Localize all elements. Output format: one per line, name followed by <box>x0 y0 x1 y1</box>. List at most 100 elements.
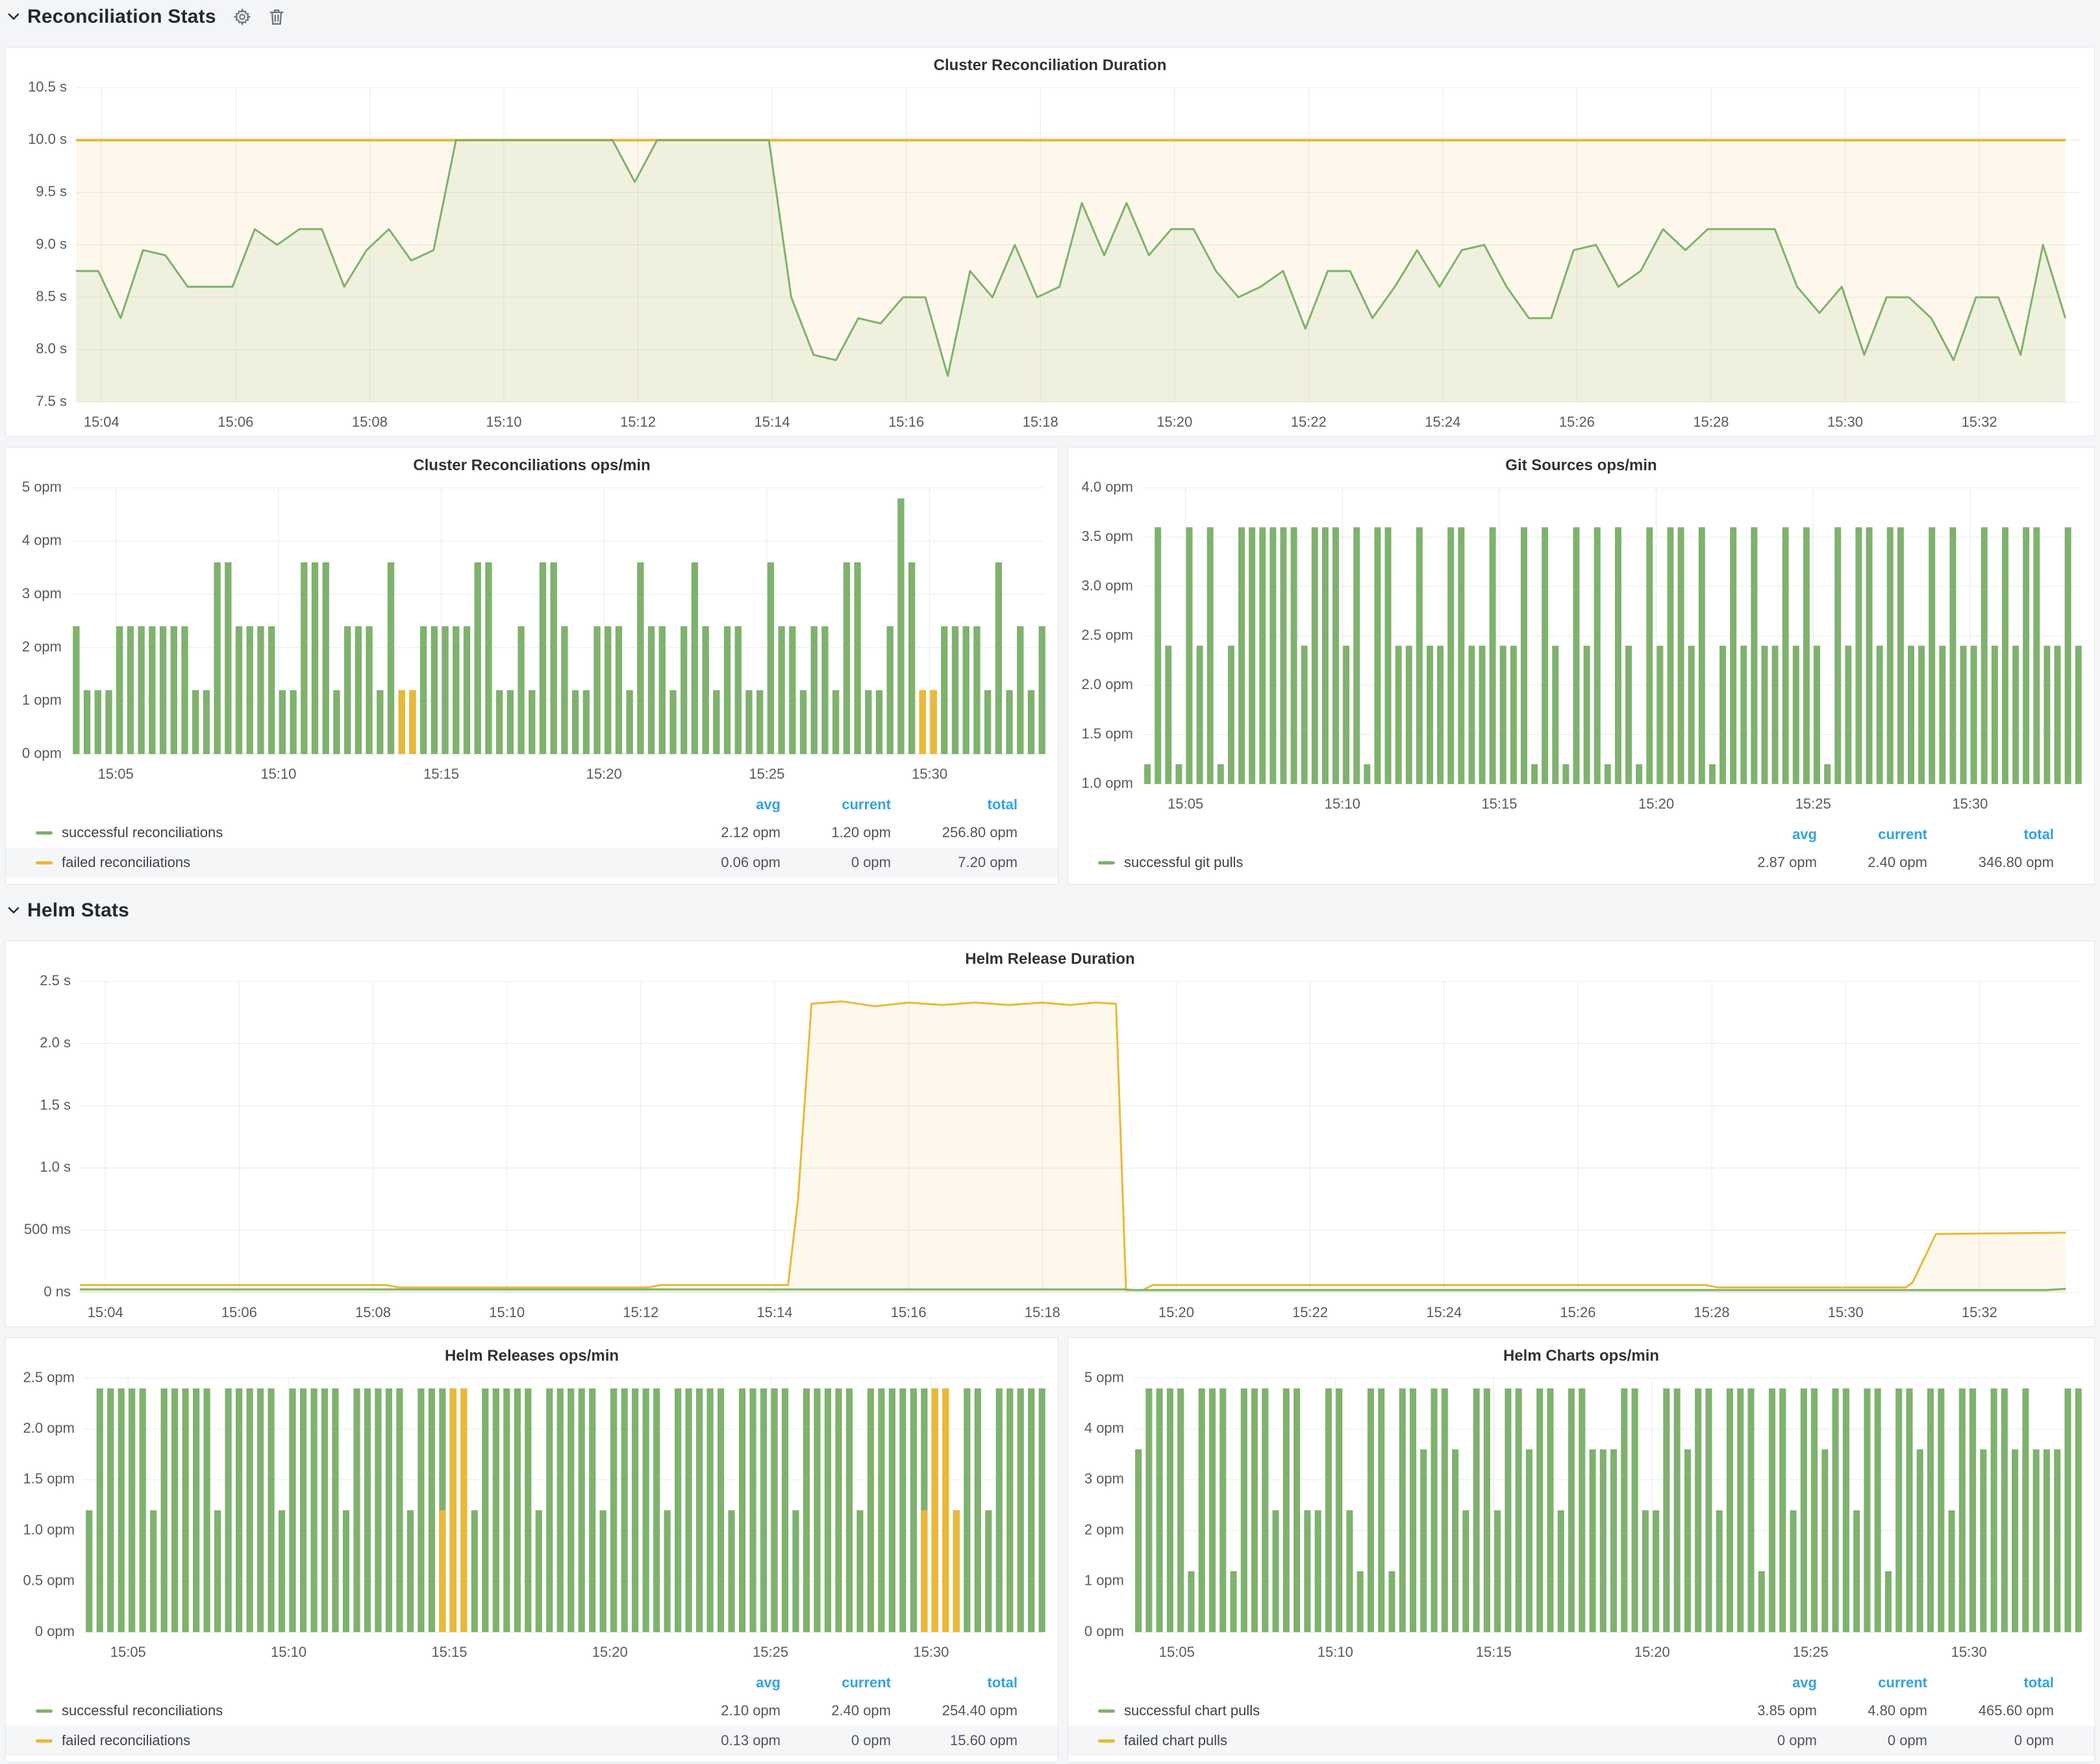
cluster-reconciliation-duration-chart[interactable]: 15:0415:0615:0815:1015:1215:1415:1615:18… <box>6 79 2094 436</box>
legend-row: successful reconciliations2.12 opm1.20 o… <box>6 818 1058 848</box>
svg-text:15:12: 15:12 <box>623 1304 658 1320</box>
svg-text:15:16: 15:16 <box>891 1304 927 1320</box>
svg-text:15:14: 15:14 <box>755 414 790 430</box>
panel-title[interactable]: Git Sources ops/min <box>1068 447 2094 479</box>
svg-text:15:05: 15:05 <box>110 1644 146 1660</box>
stat-header-total[interactable]: total <box>891 1674 1018 1691</box>
chevron-down-icon <box>8 13 19 21</box>
legend-row: failed reconciliations0.13 opm0 opm15.60… <box>6 1726 1058 1756</box>
svg-text:1.5 opm: 1.5 opm <box>23 1470 75 1487</box>
stat-header-avg[interactable]: avg <box>670 1674 781 1691</box>
helm-charts-opm-chart[interactable]: 15:0515:1015:1515:2015:2515:305 opm4 opm… <box>1068 1369 2094 1666</box>
svg-text:15:20: 15:20 <box>1158 1304 1194 1320</box>
legend-row: successful git pulls2.87 opm2.40 opm346.… <box>1068 848 2094 877</box>
stat-header-avg[interactable]: avg <box>670 796 781 813</box>
svg-text:15:05: 15:05 <box>98 766 134 782</box>
svg-text:15:14: 15:14 <box>756 1304 792 1320</box>
svg-text:1.5 opm: 1.5 opm <box>1082 725 1134 742</box>
stat-header-current[interactable]: current <box>1817 826 1927 843</box>
panel-title[interactable]: Cluster Reconciliations ops/min <box>6 447 1058 479</box>
svg-text:15:30: 15:30 <box>1827 414 1863 430</box>
svg-text:15:32: 15:32 <box>1962 1304 1997 1320</box>
legend-stats-header: avgcurrenttotal <box>1068 1670 2094 1696</box>
svg-text:15:15: 15:15 <box>423 766 459 782</box>
svg-text:1.0 s: 1.0 s <box>40 1159 71 1175</box>
stat-current: 0 opm <box>781 854 891 871</box>
legend-series-label[interactable]: successful reconciliations <box>62 824 670 841</box>
legend-series-label[interactable]: successful chart pulls <box>1124 1702 1706 1719</box>
svg-text:4 opm: 4 opm <box>1084 1420 1124 1436</box>
svg-text:15:18: 15:18 <box>1023 414 1058 430</box>
svg-text:15:06: 15:06 <box>221 1304 257 1320</box>
svg-text:2 opm: 2 opm <box>1084 1521 1124 1537</box>
svg-text:9.0 s: 9.0 s <box>36 236 67 252</box>
section-title: Reconciliation Stats <box>27 6 216 28</box>
stat-header-current[interactable]: current <box>781 796 891 813</box>
svg-text:0 opm: 0 opm <box>35 1623 75 1639</box>
svg-text:2 opm: 2 opm <box>22 638 62 655</box>
cluster-reconciliations-opm-chart[interactable]: 15:0515:1015:1515:2015:2515:305 opm4 opm… <box>6 479 1058 788</box>
svg-text:5 opm: 5 opm <box>22 479 62 495</box>
svg-text:15:25: 15:25 <box>749 766 784 782</box>
panel-title[interactable]: Helm Charts ops/min <box>1068 1338 2094 1369</box>
git-sources-opm-chart[interactable]: 15:0515:1015:1515:2015:2515:304.0 opm3.5… <box>1068 479 2094 818</box>
series-color-dash <box>36 831 53 835</box>
svg-text:15:20: 15:20 <box>1638 796 1674 812</box>
svg-text:1.5 s: 1.5 s <box>40 1096 71 1113</box>
svg-text:1.0 opm: 1.0 opm <box>23 1521 75 1537</box>
stat-header-current[interactable]: current <box>1817 1674 1927 1691</box>
svg-text:10.5 s: 10.5 s <box>28 79 67 95</box>
stat-header-total[interactable]: total <box>1927 826 2054 843</box>
svg-text:3.5 opm: 3.5 opm <box>1082 528 1134 544</box>
gear-icon[interactable] <box>233 8 251 26</box>
panel-helm-releases-opm: Helm Releases ops/min 15:0515:1015:1515:… <box>5 1337 1058 1763</box>
helm-release-duration-chart[interactable]: 15:0415:0615:0815:1015:1215:1415:1615:18… <box>6 972 2094 1326</box>
svg-text:4 opm: 4 opm <box>22 532 62 548</box>
svg-text:15:08: 15:08 <box>355 1304 391 1320</box>
series-color-dash <box>36 1709 53 1713</box>
stat-header-current[interactable]: current <box>781 1674 891 1691</box>
legend-series-label[interactable]: failed reconciliations <box>62 854 670 871</box>
svg-text:3.0 opm: 3.0 opm <box>1082 577 1134 594</box>
panel-title[interactable]: Cluster Reconciliation Duration <box>6 47 2094 79</box>
svg-text:0 opm: 0 opm <box>22 745 62 761</box>
section-helm-stats[interactable]: Helm Stats <box>8 896 2095 925</box>
svg-text:1 opm: 1 opm <box>1084 1572 1124 1589</box>
section-reconciliation-stats[interactable]: Reconciliation Stats <box>8 3 2095 31</box>
legend-git-sources: avgcurrenttotal successful git pulls2.87 … <box>1068 818 2094 884</box>
svg-text:2.0 opm: 2.0 opm <box>1082 676 1134 692</box>
stat-header-avg[interactable]: avg <box>1706 1674 1817 1691</box>
svg-text:15:30: 15:30 <box>1951 1644 1987 1660</box>
svg-text:15:30: 15:30 <box>1952 796 1988 812</box>
trash-icon[interactable] <box>268 8 285 26</box>
svg-text:15:15: 15:15 <box>1476 1644 1512 1660</box>
svg-text:2.5 s: 2.5 s <box>40 972 71 989</box>
legend-series-label[interactable]: failed chart pulls <box>1124 1732 1706 1749</box>
svg-text:1 opm: 1 opm <box>22 692 62 708</box>
legend-series-label[interactable]: failed reconciliations <box>62 1732 670 1749</box>
stat-current: 2.40 opm <box>1817 854 1927 871</box>
stat-header-total[interactable]: total <box>1927 1674 2054 1691</box>
stat-avg: 2.12 opm <box>670 824 781 841</box>
stat-header-avg[interactable]: avg <box>1706 826 1817 843</box>
svg-text:15:15: 15:15 <box>431 1644 467 1660</box>
legend-series-label[interactable]: successful git pulls <box>1124 854 1706 871</box>
svg-text:15:25: 15:25 <box>1793 1644 1829 1660</box>
helm-releases-opm-chart[interactable]: 15:0515:1015:1515:2015:2515:302.5 opm2.0… <box>6 1369 1058 1666</box>
legend-stats-header: avgcurrenttotal <box>6 1670 1058 1696</box>
series-color-dash <box>1098 1709 1115 1713</box>
svg-text:15:30: 15:30 <box>912 766 947 782</box>
panel-title[interactable]: Helm Release Duration <box>6 941 2094 972</box>
svg-text:15:18: 15:18 <box>1025 1304 1060 1320</box>
svg-text:15:12: 15:12 <box>620 414 656 430</box>
panel-title[interactable]: Helm Releases ops/min <box>6 1338 1058 1369</box>
svg-text:15:20: 15:20 <box>586 766 622 782</box>
series-color-dash <box>1098 1739 1115 1743</box>
svg-text:15:10: 15:10 <box>271 1644 306 1660</box>
stat-header-total[interactable]: total <box>891 796 1018 813</box>
svg-text:3 opm: 3 opm <box>1084 1470 1124 1487</box>
legend-series-label[interactable]: successful reconciliations <box>62 1702 670 1719</box>
svg-text:9.5 s: 9.5 s <box>36 183 67 199</box>
series-color-dash <box>36 1739 53 1743</box>
svg-text:10.0 s: 10.0 s <box>28 131 67 147</box>
